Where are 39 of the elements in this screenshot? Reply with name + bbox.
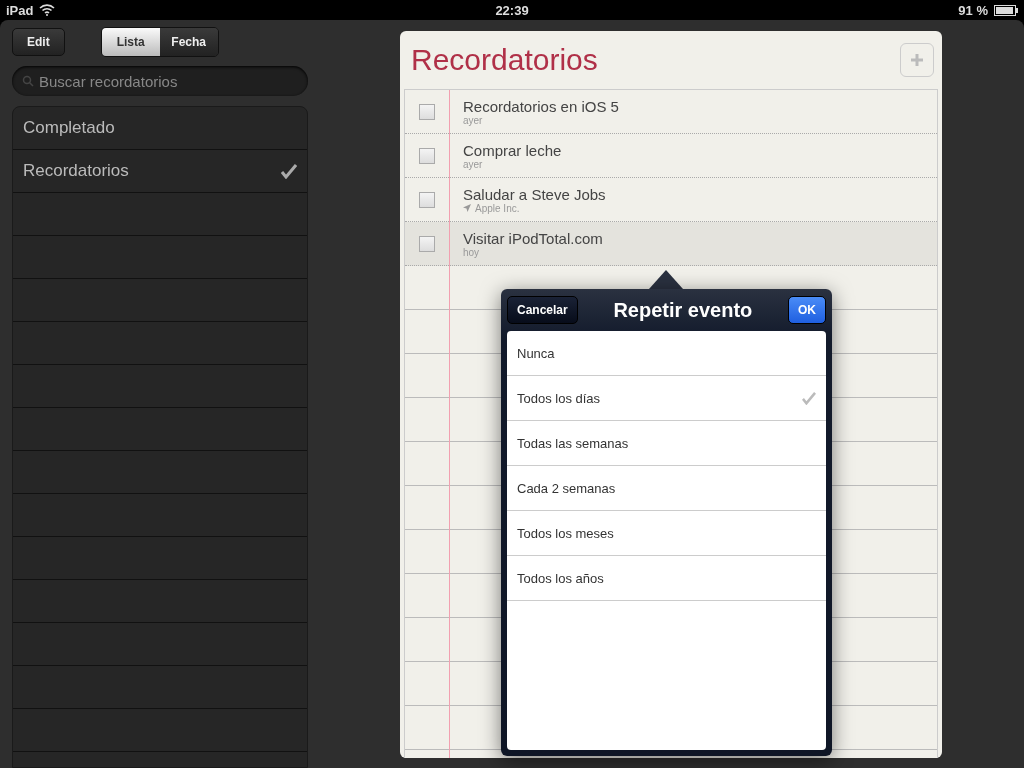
repeat-option[interactable]: Nunca [507,331,826,376]
add-button[interactable] [900,43,934,77]
device-name: iPad [6,2,34,18]
repeat-option[interactable]: Todos los días [507,376,826,421]
list-item[interactable]: Completado [13,107,307,150]
checkbox[interactable] [419,191,435,208]
popover-title: Repetir evento [613,298,753,322]
battery-icon [994,4,1018,16]
location-arrow-icon [463,204,471,212]
search-icon [22,75,34,87]
reminder-title: Comprar leche [463,141,562,159]
repeat-option[interactable]: Todos los años [507,556,826,601]
search-field[interactable]: Buscar recordatorios [12,66,308,96]
reminder-title: Saludar a Steve Jobs [463,185,606,203]
edit-button[interactable]: Edit [12,28,65,56]
reminder-detail: ayer [463,158,483,170]
wifi-icon [39,4,56,16]
checkbox[interactable] [419,235,435,252]
reminder-row[interactable]: Visitar iPodTotal.com hoy [405,222,937,266]
list-item[interactable]: Recordatorios [13,150,307,193]
repeat-option[interactable]: Todos los meses [507,511,826,556]
reminder-title: Visitar iPodTotal.com [463,229,603,247]
segment-tab[interactable]: Fecha [159,28,218,56]
reminder-title: Recordatorios en iOS 5 [463,97,619,115]
panel-title: Recordatorios [411,43,598,77]
checkbox[interactable] [419,147,435,164]
battery-percentage: 91 % [958,2,988,18]
repeat-option[interactable]: Cada 2 semanas [507,466,826,511]
reminder-detail: Apple Inc. [475,202,520,214]
segmented-control[interactable]: Lista Fecha [100,27,219,57]
plus-icon [910,53,924,67]
status-time: 22:39 [495,2,529,18]
reminder-detail: ayer [463,114,483,126]
checkbox[interactable] [419,103,435,120]
repeat-option[interactable]: Todas las semanas [507,421,826,466]
cancel-button[interactable]: Cancelar [507,296,578,324]
reminder-detail: hoy [463,246,480,258]
segment-tab[interactable]: Lista [101,28,160,56]
ok-button[interactable]: OK [788,296,826,324]
